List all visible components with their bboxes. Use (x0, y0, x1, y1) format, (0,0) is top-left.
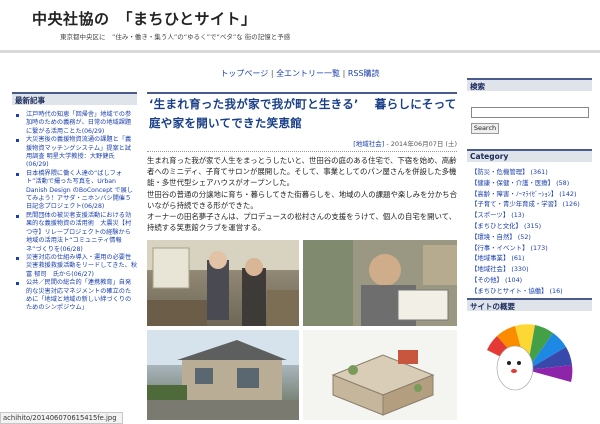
left-sidebar: 最新記事 江戸時代の知恵「回帰舎」地域での参加時のための義務が、日常の地域課題に… (12, 92, 137, 402)
category-link[interactable]: 【地域事業】 (61) (471, 253, 592, 264)
recent-post-date: (06/28) (81, 203, 105, 211)
recent-post-item[interactable]: 江戸時代の知恵「回帰舎」地域での参加時のための義務が、日常の地域課題に繋がる活用… (12, 111, 137, 136)
post-body: 生まれ育った我が家で人生をまっとうしたいと、世田谷の庭のある住宅で、下宿を始め、… (147, 155, 457, 233)
search-input[interactable] (471, 107, 589, 118)
recent-posts-heading: 最新記事 (12, 92, 137, 105)
recent-post-item[interactable]: 日本橋界隈に働く人達の“ばしフォト”活動で撮った写真を、Urban Danish… (12, 170, 137, 212)
photo-interior-people[interactable] (147, 240, 299, 326)
bullet-icon (16, 214, 19, 218)
nav-separator: | (340, 69, 348, 78)
recent-post-item[interactable]: 大災害後の義援物資流通の課題と「義援物資マッチングシステム」提案と試用調査 明星… (12, 136, 137, 170)
category-link[interactable]: 【健康・保健・介護・医療】 (58) (471, 178, 592, 189)
site-description: 東京都中央区に ”住み・働き・集う人”の“ゆるく”で“ベタ”な 街の記憶と予感 (60, 33, 291, 41)
bullet-icon (16, 114, 19, 117)
nav-link-all-entries[interactable]: 全エントリー一覧 (276, 69, 340, 78)
post-paragraph: 生まれ育った我が家で人生をまっとうしたいと、世田谷の庭のある住宅で、下宿を始め、… (147, 156, 457, 188)
bullet-icon (16, 172, 19, 176)
category-link[interactable]: 【その他】 (104) (471, 275, 592, 286)
recent-post-item[interactable]: 公共／民間の総合的「連携教育」自発的な災害対応マネジメントの確立のために「地域と… (12, 279, 137, 313)
photo-man-with-book-image (303, 240, 457, 326)
category-link[interactable]: 【子育て・青少年育成・学習】 (126) (471, 199, 592, 210)
post-paragraph: 世田谷の普通の分譲地に育ち・暮らしてきた街暮らしを、地域の人の課題や楽しみを分か… (147, 189, 457, 210)
category-list: 【防災・危機管理】 (361) 【健康・保健・介護・医療】 (58) 【高齢・障… (471, 167, 592, 297)
recent-post-link[interactable]: 公共／民間の総合的「連携教育」自発的な災害対応マネジメントの確立のために「地域と… (26, 279, 131, 311)
recent-post-item[interactable]: 民間団体の被災者支援活動における効果的な義援物資の活用術 大震災【村つ守】リレー… (12, 212, 137, 254)
status-bar-url: achihito/201406070615415fe.jpg (0, 412, 123, 424)
post-photo-grid (147, 240, 457, 420)
search-button[interactable]: Search (471, 123, 499, 134)
site-mascot-logo (487, 324, 573, 391)
header-divider (0, 50, 600, 53)
site-header: 中央社協の 「まちひとサイト」 東京都中央区に ”住み・働き・集う人”の“ゆるく… (0, 0, 600, 50)
recent-post-date: (06/29) (81, 127, 105, 135)
category-link[interactable]: 【スポーツ】 (13) (471, 210, 592, 221)
category-link[interactable]: 【まちひとサイト・協働】 (16) (471, 286, 592, 297)
bullet-icon (16, 139, 19, 143)
post-paragraph: オーナーの田名夢子さんは、プロデュースの松村さんの支援をうけて、個人の自宅を開い… (147, 212, 457, 233)
bullet-icon (16, 256, 19, 260)
category-link[interactable]: 【地域社会】 (330) (471, 264, 592, 275)
post-date: - 2014年06月07日 (土) (384, 140, 457, 148)
search-heading: 検索 (467, 78, 592, 91)
recent-post-item[interactable]: 災害対応の仕組み導入・運用の必要性 災害救援救援活動をリードしてきた、秋富 郁司… (12, 254, 137, 279)
about-heading: サイトの概要 (467, 298, 592, 311)
bullet-icon (16, 282, 19, 286)
category-link[interactable]: 【防災・危機管理】 (361) (471, 167, 592, 178)
photo-house-model[interactable] (303, 330, 457, 420)
category-link[interactable]: 【まちひと文化】 (315) (471, 221, 592, 232)
recent-post-link[interactable]: 日本橋界隈に働く人達の“ばしフォト”活動で撮った写真を、Urban Danish… (26, 170, 133, 211)
right-sidebar: 検索 Search Category 【防災・危機管理】 (361) 【健康・保… (467, 78, 592, 408)
site-title[interactable]: 中央社協の 「まちひとサイト」 (32, 8, 257, 29)
main-content: ‘生まれ育った我が家で我が町と生きる’ 暮らしにそって庭や家を開いてできた笑恵館… (147, 92, 457, 420)
category-heading: Category (467, 149, 592, 162)
photo-house-exterior-image (147, 330, 299, 420)
post-meta: [地域社会] - 2014年06月07日 (土) (147, 138, 457, 152)
photo-house-exterior[interactable] (147, 330, 299, 420)
photo-house-model-image (303, 330, 457, 420)
category-link[interactable]: 【行事・イベント】 (173) (471, 243, 592, 254)
recent-post-link[interactable]: 江戸時代の知恵「回帰舎」地域での参加時のための義務が、日常の地域課題に繋がる活用… (26, 111, 131, 135)
post-category-link[interactable]: [地域社会] (353, 140, 384, 148)
category-link[interactable]: 【高齢・障害・ﾉｰﾏﾗｲｾﾞｰｼｮﾝ】 (142) (471, 189, 592, 200)
nav-separator: | (268, 69, 277, 78)
post-title[interactable]: ‘生まれ育った我が家で我が町と生きる’ 暮らしにそって庭や家を開いてできた笑恵館 (147, 92, 457, 133)
nav-link-top-page[interactable]: トップページ (220, 69, 268, 78)
recent-post-date: (06/27) (71, 270, 94, 278)
nav-link-rss[interactable]: RSS購読 (348, 69, 380, 78)
recent-post-date: (06/28) (60, 245, 83, 253)
top-navigation: トップページ | 全エントリー一覧 | RSS購読 (150, 68, 450, 79)
category-link[interactable]: 【環境・自然】 (52) (471, 232, 592, 243)
photo-man-with-book[interactable] (303, 240, 457, 326)
recent-post-link[interactable]: 大災害後の義援物資流通の課題と「義援物資マッチングシステム」提案と試用調査 明星… (26, 136, 131, 160)
photo-interior-people-image (147, 240, 299, 326)
recent-post-date: (06/29) (26, 161, 49, 169)
recent-posts-list: 江戸時代の知恵「回帰舎」地域での参加時のための義務が、日常の地域課題に繋がる活用… (12, 111, 137, 313)
